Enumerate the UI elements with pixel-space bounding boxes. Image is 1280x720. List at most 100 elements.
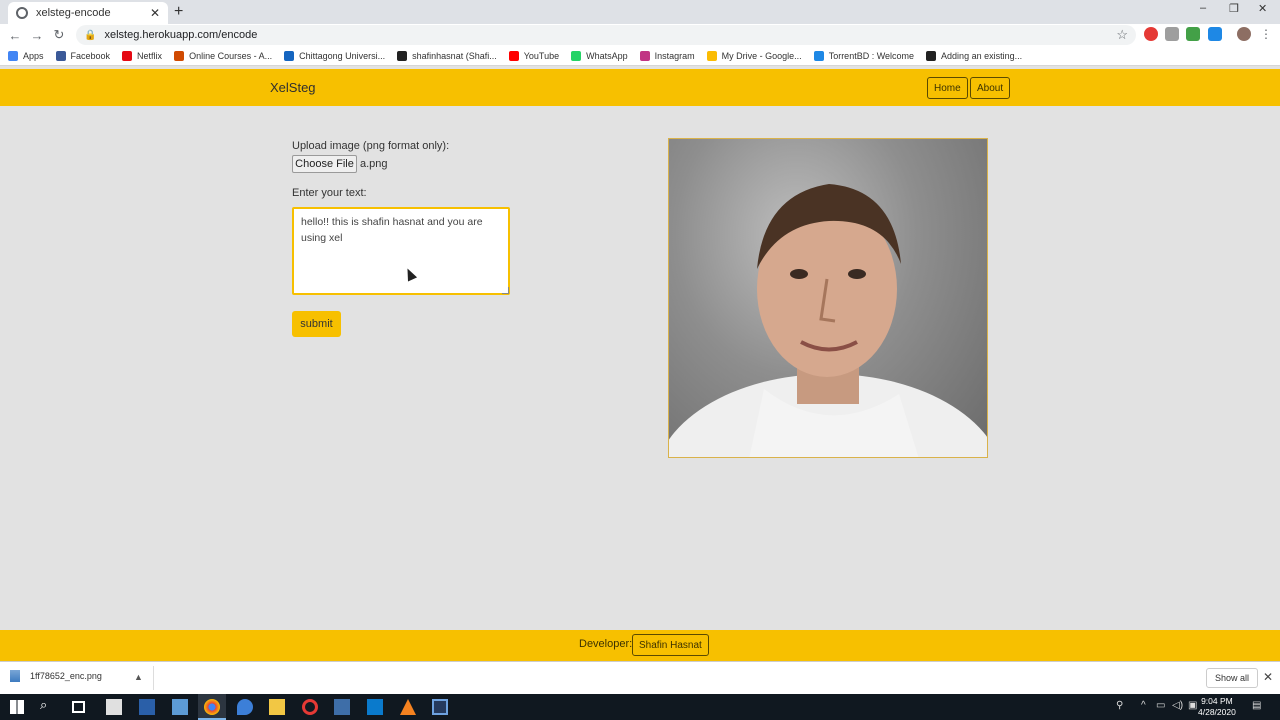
site-footer: Developer: Shafin Hasnat [0,630,1280,661]
bookmark-label: YouTube [523,50,560,61]
resize-handle[interactable] [502,287,509,294]
chevron-up-tray-icon[interactable]: ^ [1141,700,1146,711]
bookmark-favicon-icon [174,50,185,61]
bookmark-label: Apps [23,50,44,61]
tab-close-icon[interactable]: ✕ [150,6,160,20]
bookmark-item[interactable]: YouTube [508,50,560,61]
network-icon[interactable]: ▣ [1188,700,1197,711]
task-view-icon[interactable] [72,701,85,713]
people-icon[interactable]: ⚲ [1116,700,1123,711]
text-label: Enter your text: [292,187,367,199]
home-button[interactable]: Home [927,77,968,99]
developer-link-button[interactable]: Shafin Hasnat [632,634,709,656]
bookmark-label: Netflix [137,50,163,61]
windows-taskbar: ⌕ ⚲ ^ ▭ ◁) ▣ 9:04 PM 4/28/2020 ▤ [0,694,1280,720]
volume-icon[interactable]: ◁) [1172,700,1183,711]
extension-icon[interactable] [1186,27,1200,41]
mail-icon[interactable] [172,699,188,715]
url-text: xelsteg.herokuapp.com/encode [104,29,258,41]
restore-button[interactable]: ❐ [1229,2,1239,15]
bookmarks-bar: Apps Facebook Netflix Online Courses - A...… [0,46,1280,66]
address-bar[interactable]: 🔒 xelsteg.herokuapp.com/encode ☆ [76,25,1136,45]
battery-icon[interactable]: ▭ [1156,700,1165,711]
choose-file-button[interactable]: Choose File [292,155,357,173]
lock-icon: 🔒 [84,29,97,41]
menu-dots-icon[interactable]: ⋮ [1259,27,1273,41]
download-shelf: 1ff78652_enc.png ▲ Show all ✕ [0,661,1280,694]
upload-label: Upload image (png format only): [292,140,450,152]
bookmark-favicon-icon [284,50,295,61]
vscode-icon[interactable] [367,699,383,715]
profile-avatar[interactable] [1237,27,1251,41]
bookmark-star-icon[interactable]: ☆ [1116,27,1128,43]
bookmark-item[interactable]: Netflix [122,50,163,61]
uploaded-image-preview [668,138,988,458]
waterdrop-icon[interactable] [237,699,253,715]
show-all-button[interactable]: Show all [1206,668,1259,688]
vlc-icon[interactable] [400,699,416,715]
bookmark-favicon-icon [706,50,717,61]
bookmark-item[interactable]: Chittagong Universi... [284,50,386,61]
opera-extension-icon[interactable] [1144,27,1158,41]
bookmark-favicon-icon [508,50,519,61]
bookmark-label: My Drive - Google... [721,50,802,61]
bookmark-favicon-icon [8,50,18,61]
bookmark-favicon-icon [55,50,66,61]
pen-extension-icon[interactable] [1208,27,1222,41]
opera-icon[interactable] [302,699,318,715]
bookmark-label: Online Courses - A... [189,50,273,61]
bookmark-item[interactable]: Adding an existing... [926,50,1023,61]
terminal-icon[interactable] [432,699,448,715]
chevron-up-icon[interactable]: ▲ [134,672,143,682]
bookmark-item[interactable]: Facebook [55,50,110,61]
bookmark-item[interactable]: Instagram [639,50,695,61]
bookmark-label: Adding an existing... [941,50,1023,61]
site-brand[interactable]: XelSteg [270,80,316,95]
message-textarea[interactable]: hello!! this is shafin hasnat and you ar… [292,207,510,295]
bookmark-item[interactable]: Apps [8,50,44,61]
submit-button[interactable]: submit [292,311,341,337]
minimize-button[interactable]: – [1200,2,1206,14]
bookmark-item[interactable]: WhatsApp [571,50,628,61]
close-icon[interactable]: ✕ [1263,670,1273,684]
chrome-icon[interactable] [204,699,220,715]
bookmark-item[interactable]: TorrentBD : Welcome [813,50,915,61]
file-explorer-icon[interactable] [269,699,285,715]
bookmark-label: Chittagong Universi... [299,50,386,61]
browser-tab[interactable]: xelsteg-encode ✕ [8,2,168,24]
reload-icon[interactable]: ↻ [48,27,70,43]
browser-tab-strip: xelsteg-encode ✕ + – ❐ ✕ [0,0,1280,24]
about-button[interactable]: About [970,77,1011,99]
bookmark-label: WhatsApp [586,50,628,61]
browser-toolbar: ← → ↻ 🔒 xelsteg.herokuapp.com/encode ☆ [0,24,1280,46]
bookmark-favicon-icon [639,50,650,61]
portrait-illustration [669,184,987,457]
back-icon[interactable]: ← [4,28,26,43]
new-tab-button[interactable]: + [174,3,183,21]
notification-icon[interactable]: ▤ [1252,700,1261,711]
image-file-icon [10,670,20,682]
download-item[interactable]: 1ff78652_enc.png [10,670,102,682]
bookmark-favicon-icon [397,50,408,61]
bookmark-item[interactable]: My Drive - Google... [706,50,802,61]
system-clock[interactable]: 9:04 PM 4/28/2020 [1198,696,1236,718]
bookmark-label: TorrentBD : Welcome [828,50,915,61]
windows-start-icon[interactable] [10,700,24,714]
bookmark-favicon-icon [122,50,133,61]
bookmark-label: shafinhasnat (Shafi... [412,50,497,61]
bookmark-item[interactable]: shafinhasnat (Shafi... [397,50,497,61]
window-close-button[interactable]: ✕ [1258,2,1267,15]
network-app-icon[interactable] [334,699,350,715]
bookmark-favicon-icon [571,50,582,61]
clock-date: 4/28/2020 [1198,707,1236,717]
globe-icon [16,7,28,19]
site-navbar: XelSteg Home About [0,69,1280,106]
forward-icon[interactable]: → [26,28,48,43]
divider [153,666,154,690]
camera-extension-icon[interactable] [1165,27,1179,41]
notepad-icon[interactable] [106,699,122,715]
bookmark-item[interactable]: Online Courses - A... [174,50,273,61]
search-icon[interactable]: ⌕ [40,697,56,713]
tab-title: xelsteg-encode [36,7,111,19]
powershell-icon[interactable] [139,699,155,715]
